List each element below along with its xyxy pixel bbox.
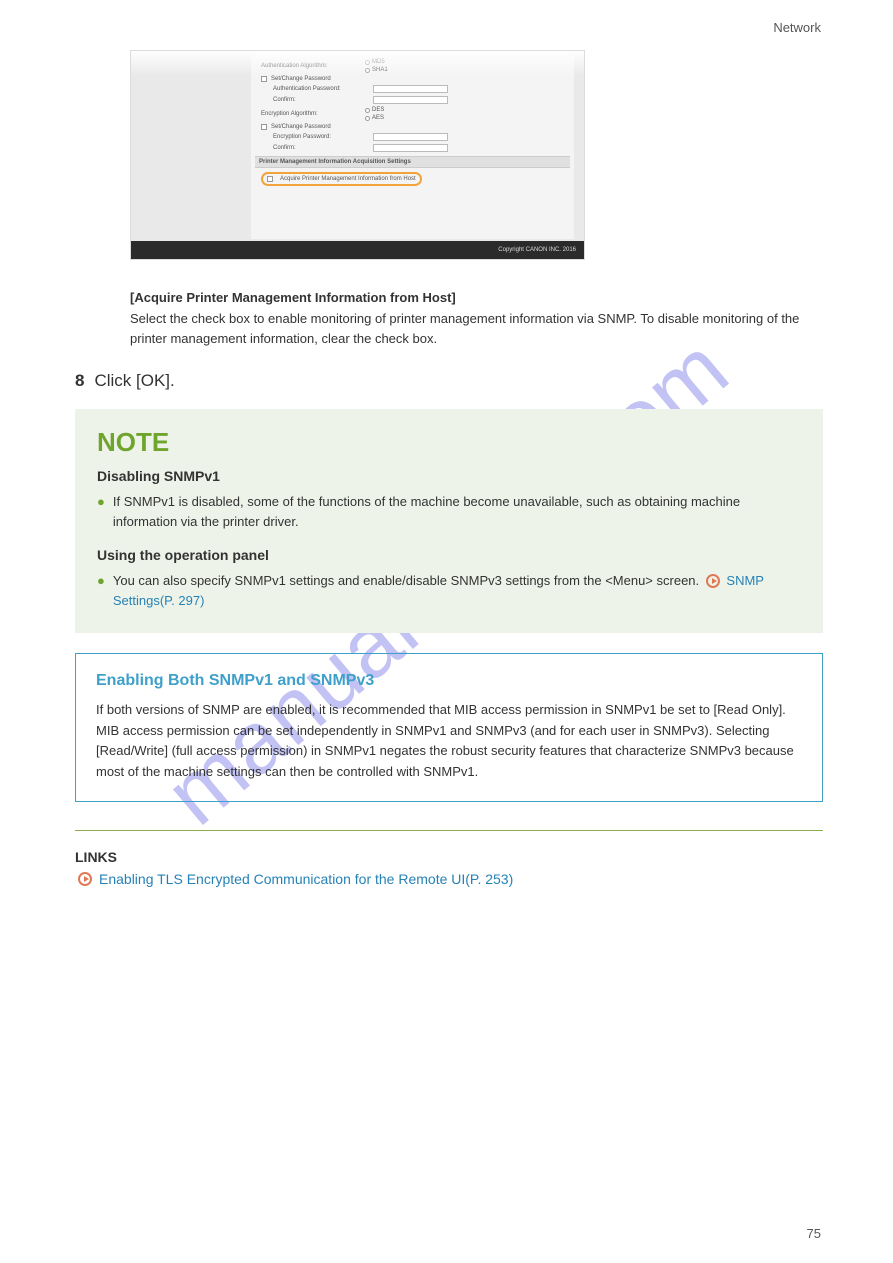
link-play-icon [78, 872, 92, 886]
confirm-input-2 [373, 144, 448, 152]
highlight-label: Acquire Printer Management Information f… [280, 176, 416, 182]
note-subhead-1: Disabling SNMPv1 [97, 468, 801, 484]
screenshot-footer: Copyright CANON INC. 2016 [131, 241, 584, 259]
links-heading: LINKS [75, 849, 823, 865]
page-number: 75 [807, 1226, 821, 1241]
divider [75, 830, 823, 831]
radio-icon [365, 108, 370, 113]
note-bullet-2: You can also specify SNMPv1 settings and… [113, 571, 801, 611]
confirm-input-1 [373, 96, 448, 104]
checkbox-icon [261, 124, 267, 130]
confirm-label-2: Confirm: [273, 145, 373, 151]
note-box: NOTE Disabling SNMPv1 ● If SNMPv1 is dis… [75, 409, 823, 633]
enc-algo-label: Encryption Algorithm: [261, 111, 361, 117]
checkbox-icon [261, 76, 267, 82]
step-text: Click [OK]. [94, 371, 174, 390]
enc-opt-des: DES [372, 107, 384, 113]
section-header: Printer Management Information Acquisiti… [255, 156, 570, 168]
enc-pw-label: Encryption Password: [273, 134, 373, 140]
note-bullet-1: If SNMPv1 is disabled, some of the funct… [113, 492, 801, 532]
note-subhead-2: Using the operation panel [97, 547, 801, 563]
set-change-pw-2: Set/Change Password [271, 124, 331, 130]
bullet-icon: ● [97, 571, 105, 611]
step-8: 8 Click [OK]. [75, 371, 823, 391]
highlighted-option: Acquire Printer Management Information f… [261, 172, 422, 186]
note-title: NOTE [97, 427, 801, 458]
auth-pw-label: Authentication Password: [273, 86, 373, 92]
settings-screenshot: Authentication Algorithm: MD5 SHA1 Set/C… [130, 50, 585, 260]
auth-pw-input [373, 85, 448, 93]
confirm-label-1: Confirm: [273, 97, 373, 103]
radio-icon [365, 116, 370, 121]
option-text: Select the check box to enable monitorin… [130, 309, 823, 349]
option-title: [Acquire Printer Management Information … [130, 290, 823, 305]
enc-pw-input [373, 133, 448, 141]
callout-box: Enabling Both SNMPv1 and SNMPv3 If both … [75, 653, 823, 802]
link-play-icon [706, 574, 720, 588]
enc-opt-aes: AES [372, 115, 384, 121]
callout-title: Enabling Both SNMPv1 and SNMPv3 [96, 672, 802, 690]
checkbox-icon [267, 176, 273, 182]
bullet-icon: ● [97, 492, 105, 532]
step-number: 8 [75, 371, 84, 390]
set-change-pw-1: Set/Change Password [271, 76, 331, 82]
callout-body: If both versions of SNMP are enabled, it… [96, 700, 802, 783]
tls-link[interactable]: Enabling TLS Encrypted Communication for… [99, 871, 513, 887]
